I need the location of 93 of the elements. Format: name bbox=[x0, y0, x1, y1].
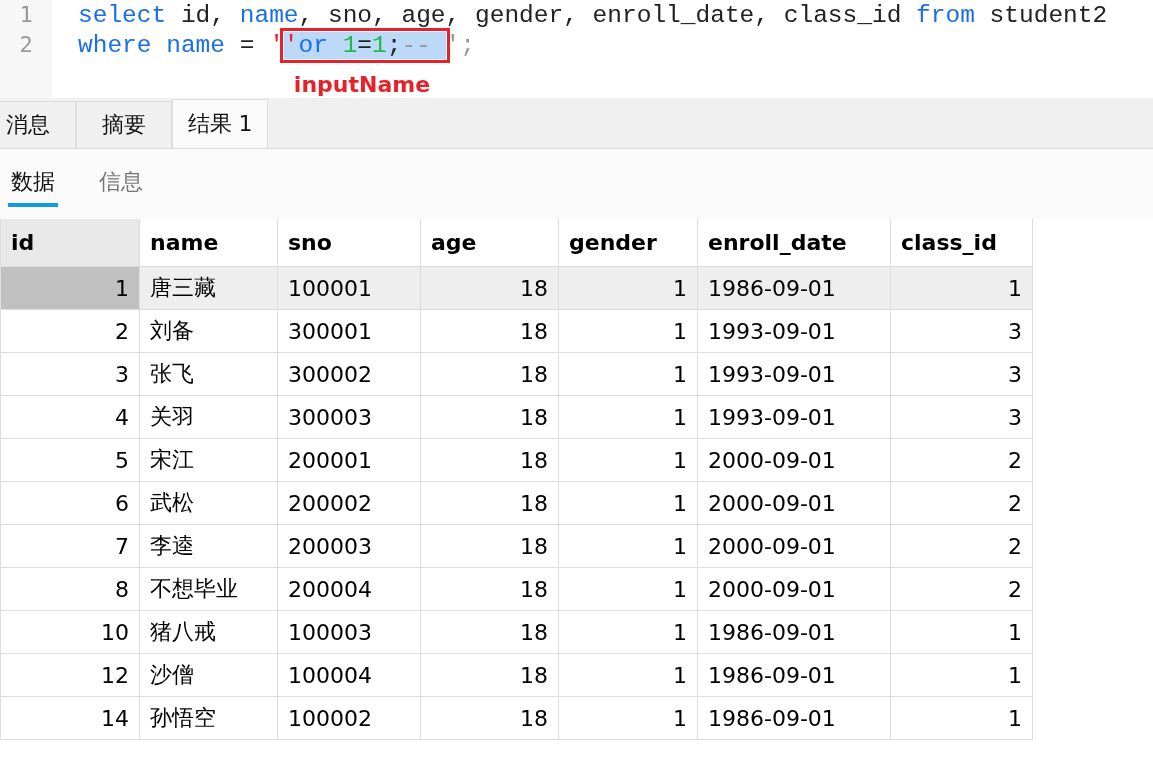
table-cell: 2 bbox=[891, 525, 1033, 568]
table-cell: 7 bbox=[1, 525, 140, 568]
table-cell: 不想毕业 bbox=[140, 568, 278, 611]
column-header[interactable]: id bbox=[1, 219, 140, 267]
table-cell: 1 bbox=[559, 439, 698, 482]
table-cell: 200004 bbox=[278, 568, 421, 611]
table-cell: 10 bbox=[1, 611, 140, 654]
table-cell: 2 bbox=[891, 439, 1033, 482]
table-cell: 1986-09-01 bbox=[698, 611, 891, 654]
column-header[interactable]: age bbox=[421, 219, 559, 267]
table-cell: 300001 bbox=[278, 310, 421, 353]
table-cell: 猪八戒 bbox=[140, 611, 278, 654]
table-cell: 1 bbox=[1, 267, 140, 310]
table-cell: 300002 bbox=[278, 353, 421, 396]
column-header[interactable]: gender bbox=[559, 219, 698, 267]
table-cell: 2 bbox=[891, 568, 1033, 611]
table-cell: 4 bbox=[1, 396, 140, 439]
table-cell: 1 bbox=[559, 353, 698, 396]
table-cell: 18 bbox=[421, 439, 559, 482]
tab[interactable]: 摘要 bbox=[76, 101, 172, 148]
table-cell: 1 bbox=[559, 697, 698, 740]
column-header[interactable]: name bbox=[140, 219, 278, 267]
table-cell: 18 bbox=[421, 568, 559, 611]
line-number: 1 bbox=[18, 1, 34, 29]
table-cell: 武松 bbox=[140, 482, 278, 525]
table-cell: 12 bbox=[1, 654, 140, 697]
sub-tab[interactable]: 数据 bbox=[8, 167, 58, 207]
table-cell: 2000-09-01 bbox=[698, 482, 891, 525]
annotation-label: inputName bbox=[293, 71, 431, 97]
table-cell: 1 bbox=[559, 482, 698, 525]
table-cell: 1 bbox=[559, 310, 698, 353]
table-cell: 300003 bbox=[278, 396, 421, 439]
sub-tab[interactable]: 信息 bbox=[96, 167, 146, 207]
table-cell: 李逵 bbox=[140, 525, 278, 568]
table-cell: 1 bbox=[891, 611, 1033, 654]
table-cell: 18 bbox=[421, 525, 559, 568]
table-cell: 3 bbox=[891, 353, 1033, 396]
table-cell: 1 bbox=[559, 396, 698, 439]
table-cell: 1986-09-01 bbox=[698, 654, 891, 697]
column-header[interactable]: sno bbox=[278, 219, 421, 267]
table-cell: 1 bbox=[559, 568, 698, 611]
table-cell: 唐三藏 bbox=[140, 267, 278, 310]
table-cell: 1 bbox=[891, 654, 1033, 697]
table-cell: 1 bbox=[559, 267, 698, 310]
table-cell: 14 bbox=[1, 697, 140, 740]
table-cell: 1993-09-01 bbox=[698, 353, 891, 396]
table-cell: 18 bbox=[421, 310, 559, 353]
code-line: select id, name, sno, age, gender, enroll_date, class_id from student2 bbox=[78, 0, 1108, 30]
table-cell: 2 bbox=[1, 310, 140, 353]
column-header[interactable]: class_id bbox=[891, 219, 1033, 267]
table-cell: 100004 bbox=[278, 654, 421, 697]
table-cell: 6 bbox=[1, 482, 140, 525]
table-cell: 宋江 bbox=[140, 439, 278, 482]
table-cell: 孙悟空 bbox=[140, 697, 278, 740]
table-cell: 沙僧 bbox=[140, 654, 278, 697]
table-cell: 18 bbox=[421, 267, 559, 310]
table-cell: 8 bbox=[1, 568, 140, 611]
table-cell: 3 bbox=[891, 310, 1033, 353]
table-cell: 18 bbox=[421, 396, 559, 439]
table-cell: 5 bbox=[1, 439, 140, 482]
table-cell: 1 bbox=[559, 654, 698, 697]
table-cell: 3 bbox=[891, 396, 1033, 439]
table-cell: 1986-09-01 bbox=[698, 697, 891, 740]
table-cell: 18 bbox=[421, 697, 559, 740]
table-cell: 2000-09-01 bbox=[698, 568, 891, 611]
table-cell: 100003 bbox=[278, 611, 421, 654]
tab[interactable]: 结果 1 bbox=[172, 99, 268, 148]
table-cell: 1 bbox=[559, 611, 698, 654]
column-header[interactable]: enroll_date bbox=[698, 219, 891, 267]
table-cell: 刘备 bbox=[140, 310, 278, 353]
table-cell: 200001 bbox=[278, 439, 421, 482]
line-number: 2 bbox=[18, 31, 34, 59]
table-cell: 1 bbox=[891, 267, 1033, 310]
table-cell: 2 bbox=[891, 482, 1033, 525]
table-cell: 1 bbox=[559, 525, 698, 568]
table-cell: 200003 bbox=[278, 525, 421, 568]
table-cell: 1993-09-01 bbox=[698, 310, 891, 353]
tab[interactable]: 消息 bbox=[0, 101, 76, 148]
table-cell: 2000-09-01 bbox=[698, 439, 891, 482]
table-cell: 200002 bbox=[278, 482, 421, 525]
table-cell: 张飞 bbox=[140, 353, 278, 396]
table-cell: 2000-09-01 bbox=[698, 525, 891, 568]
table-cell: 关羽 bbox=[140, 396, 278, 439]
table-cell: 1 bbox=[891, 697, 1033, 740]
table-cell: 1986-09-01 bbox=[698, 267, 891, 310]
table-cell: 18 bbox=[421, 654, 559, 697]
table-cell: 1993-09-01 bbox=[698, 396, 891, 439]
table-cell: 18 bbox=[421, 611, 559, 654]
table-cell: 3 bbox=[1, 353, 140, 396]
table-cell: 18 bbox=[421, 482, 559, 525]
table-cell: 100001 bbox=[278, 267, 421, 310]
table-cell: 100002 bbox=[278, 697, 421, 740]
table-cell: 18 bbox=[421, 353, 559, 396]
